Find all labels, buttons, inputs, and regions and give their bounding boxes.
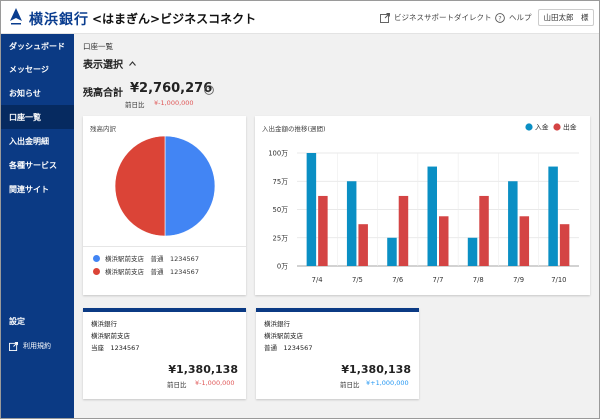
x-tick-label: 7/6 <box>392 276 403 284</box>
business-support-link[interactable]: ビジネスサポートダイレクト <box>380 12 492 23</box>
x-tick-label: 7/4 <box>312 276 323 284</box>
help-link[interactable]: ? ヘルプ <box>495 12 532 23</box>
total-balance-value: ¥2,760,276 <box>130 81 213 96</box>
account-card[interactable]: 横浜銀行 横浜駅前支店 普通 1234567 ¥1,380,138 前日比 ¥+… <box>256 308 419 399</box>
withdrawal-bar[interactable] <box>358 224 368 266</box>
y-tick-label: 50万 <box>273 206 289 214</box>
account-balance: ¥1,380,138 <box>341 363 411 376</box>
svg-text:?: ? <box>498 15 501 22</box>
account-number: 普通 1234567 <box>264 344 313 352</box>
help-circle-icon: ? <box>495 12 505 23</box>
legend-label: 入金 <box>535 123 549 132</box>
legend-swatch <box>93 267 100 275</box>
withdrawal-bar[interactable] <box>439 216 449 266</box>
breadcrumb: 口座一覧 <box>83 42 113 51</box>
account-branch: 横浜駅前支店 <box>264 332 303 340</box>
deposit-bar[interactable] <box>427 166 438 266</box>
sidebar-item-notices[interactable]: お知らせ <box>1 81 74 105</box>
sidebar-item-dashboard[interactable]: ダッシュボード <box>1 34 74 58</box>
pie-slice <box>164 135 216 237</box>
y-tick-label: 25万 <box>273 234 289 242</box>
display-select-toggle[interactable]: 表示選択 <box>83 56 136 71</box>
sidebar-item-accounts[interactable]: 口座一覧 <box>1 105 74 129</box>
withdrawal-bar[interactable] <box>559 224 570 266</box>
sidebar-item-services[interactable]: 各種サービス <box>1 153 74 177</box>
withdrawal-bar[interactable] <box>398 195 409 266</box>
trend-bar-chart: 入金 出金 0万 25万 50万 75万 100万 7/4 7/5 7/6 7/7 7/8 7/9 7/1… <box>268 123 579 284</box>
x-tick-label: 7/9 <box>513 276 524 284</box>
account-branch: 横浜駅前支店 <box>91 332 130 340</box>
sidebar-item-terms[interactable]: 利用規約 <box>1 334 74 358</box>
account-prev-label: 前日比 <box>167 381 187 389</box>
header: 横浜銀行 <はまぎん>ビジネスコネクト ビジネスサポートダイレクト ? ヘルプ … <box>1 1 599 34</box>
legend-label: 横浜駅前支店 普通 1234567 <box>105 255 199 263</box>
divider <box>83 246 246 247</box>
help-circle-icon[interactable]: ? <box>204 85 214 95</box>
withdrawal-bar[interactable] <box>519 216 530 266</box>
withdrawal-bar[interactable] <box>318 195 328 266</box>
external-link-icon <box>380 12 390 23</box>
pie-slice <box>114 135 166 237</box>
sidebar-item-related-sites[interactable]: 関連サイト <box>1 177 74 201</box>
svg-text:?: ? <box>207 87 210 94</box>
x-tick-label: 7/10 <box>551 276 566 284</box>
trend-chart-card: 入出金額の推移(週間) 入金 出金 0万 25万 50万 75万 100万 7/4 7/5 7/6… <box>255 116 590 295</box>
legend-swatch <box>553 123 561 131</box>
account-number: 当座 1234567 <box>91 344 140 352</box>
deposit-bar[interactable] <box>508 181 518 266</box>
app-frame: 横浜銀行 <はまぎん>ビジネスコネクト ビジネスサポートダイレクト ? ヘルプ … <box>0 0 600 419</box>
x-tick-label: 7/8 <box>473 276 484 284</box>
sidebar: ダッシュボード メッセージ お知らせ 口座一覧 入出金明細 各種サービス 関連サ… <box>1 34 74 418</box>
balance-breakdown-card: 残高内訳 横浜駅前支店 普通 1234567 横浜駅前支店 普通 1234567 <box>83 116 246 295</box>
deposit-bar[interactable] <box>548 166 558 266</box>
account-balance: ¥1,380,138 <box>168 363 238 376</box>
chevron-up-icon <box>129 61 136 66</box>
display-select-label: 表示選択 <box>83 60 123 71</box>
bank-logo-icon <box>10 8 22 25</box>
account-prev-label: 前日比 <box>340 381 360 389</box>
account-card[interactable]: 横浜銀行 横浜駅前支店 当座 1234567 ¥1,380,138 前日比 ¥-… <box>83 308 246 399</box>
balance-pie-chart <box>114 135 216 237</box>
help-label: ヘルプ <box>509 13 532 22</box>
legend-label: 横浜駅前支店 普通 1234567 <box>105 268 199 276</box>
y-tick-label: 0万 <box>277 263 288 271</box>
account-bank: 横浜銀行 <box>264 320 290 328</box>
total-balance-label: 残高合計 <box>83 88 123 99</box>
legend-item: 横浜駅前支店 普通 1234567 <box>93 266 199 276</box>
legend-label: 出金 <box>563 123 577 132</box>
total-prev-day-value: ¥-1,000,000 <box>154 99 194 107</box>
service-name: <はまぎん>ビジネスコネクト <box>92 12 257 26</box>
account-prev-value: ¥+1,000,000 <box>366 379 409 387</box>
bank-name: 横浜銀行 <box>29 12 89 28</box>
sidebar-item-transactions[interactable]: 入出金明細 <box>1 129 74 153</box>
deposit-bar[interactable] <box>467 237 478 266</box>
y-tick-label: 100万 <box>268 150 288 158</box>
y-tick-label: 75万 <box>273 178 289 186</box>
legend-swatch <box>525 123 533 131</box>
sidebar-item-messages[interactable]: メッセージ <box>1 57 74 81</box>
business-support-label: ビジネスサポートダイレクト <box>394 13 492 22</box>
account-prev-value: ¥-1,000,000 <box>195 379 235 387</box>
withdrawal-bar[interactable] <box>479 195 489 266</box>
terms-label: 利用規約 <box>23 342 51 350</box>
x-tick-label: 7/5 <box>352 276 363 284</box>
deposit-bar[interactable] <box>306 153 317 266</box>
account-bank: 横浜銀行 <box>91 320 117 328</box>
sidebar-item-settings[interactable]: 設定 <box>1 309 74 333</box>
external-link-icon <box>9 341 18 351</box>
deposit-bar[interactable] <box>346 181 357 266</box>
total-prev-day-label: 前日比 <box>125 101 145 109</box>
user-menu-button[interactable]: 山田太郎 様 <box>538 9 594 26</box>
x-tick-label: 7/7 <box>433 276 444 284</box>
deposit-bar[interactable] <box>387 237 397 266</box>
legend-swatch <box>93 254 100 262</box>
legend-item: 横浜駅前支店 普通 1234567 <box>93 253 199 263</box>
